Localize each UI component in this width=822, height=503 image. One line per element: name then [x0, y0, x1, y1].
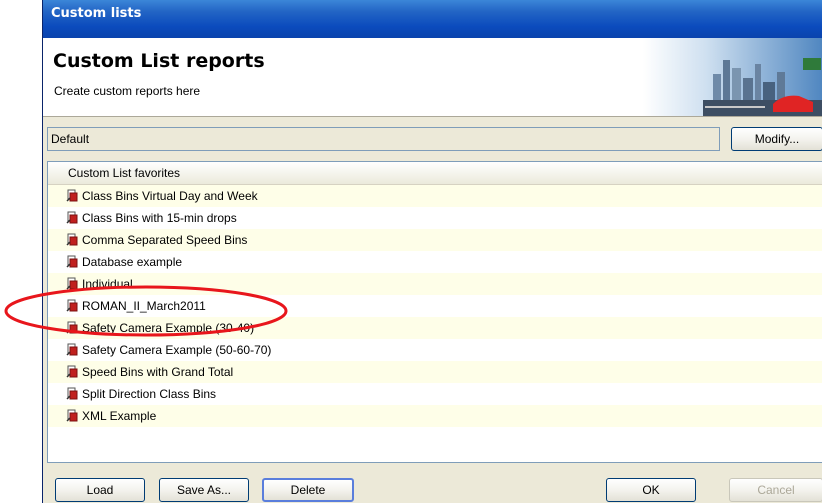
list-item-label: Individual [82, 277, 133, 291]
list-item-label: Comma Separated Speed Bins [82, 233, 248, 247]
list-item[interactable]: Class Bins Virtual Day and Week [48, 185, 822, 207]
city-skyline-image [643, 38, 822, 116]
list-item-label: Class Bins with 15-min drops [82, 211, 237, 225]
list-item-label: Class Bins Virtual Day and Week [82, 189, 258, 203]
list-item-label: Safety Camera Example (30-40) [82, 321, 255, 335]
list-item[interactable]: Safety Camera Example (50-60-70) [48, 339, 822, 361]
page-title: Custom List reports [53, 50, 265, 72]
report-icon [66, 321, 78, 334]
list-item-label: Safety Camera Example (50-60-70) [82, 343, 272, 357]
list-item-label: Database example [82, 255, 183, 269]
list-item[interactable]: Safety Camera Example (30-40) [48, 317, 822, 339]
title-bar[interactable]: Custom lists [43, 0, 822, 38]
list-item-label: XML Example [82, 409, 157, 423]
ok-button[interactable]: OK [606, 478, 696, 502]
list-item-label: ROMAN_II_March2011 [82, 299, 206, 313]
cancel-button[interactable]: Cancel [729, 478, 822, 502]
delete-button[interactable]: Delete [262, 478, 354, 502]
list-item[interactable]: ROMAN_II_March2011 [48, 295, 822, 317]
list-item-label: Speed Bins with Grand Total [82, 365, 234, 379]
save-as-button[interactable]: Save As... [159, 478, 249, 502]
report-icon [66, 277, 78, 290]
page-subtitle: Create custom reports here [54, 84, 201, 98]
report-icon [66, 343, 78, 356]
list-item[interactable]: Database example [48, 251, 822, 273]
favorites-list[interactable]: Custom List favorites Class Bins Virtual… [47, 161, 822, 463]
report-icon [66, 189, 78, 202]
window-title: Custom lists [51, 6, 142, 21]
header-banner: Custom List reports Create custom report… [43, 38, 822, 117]
load-button[interactable]: Load [55, 478, 145, 502]
report-icon [66, 387, 78, 400]
list-item[interactable]: Speed Bins with Grand Total [48, 361, 822, 383]
report-icon [66, 255, 78, 268]
list-item[interactable]: Comma Separated Speed Bins [48, 229, 822, 251]
list-item[interactable]: XML Example [48, 405, 822, 427]
favorites-rows: Class Bins Virtual Day and Week Class Bin… [48, 185, 822, 427]
report-icon [66, 299, 78, 312]
custom-lists-dialog: Custom lists Custom List reports Create … [42, 0, 822, 503]
list-item-label: Split Direction Class Bins [82, 387, 217, 401]
report-icon [66, 233, 78, 246]
report-icon [66, 211, 78, 224]
column-header-favorites[interactable]: Custom List favorites [48, 162, 822, 185]
preset-field[interactable]: Default [47, 127, 720, 151]
report-icon [66, 409, 78, 422]
list-item[interactable]: Class Bins with 15-min drops [48, 207, 822, 229]
modify-button[interactable]: Modify... [731, 127, 822, 151]
list-item[interactable]: Individual [48, 273, 822, 295]
list-item[interactable]: Split Direction Class Bins [48, 383, 822, 405]
report-icon [66, 365, 78, 378]
